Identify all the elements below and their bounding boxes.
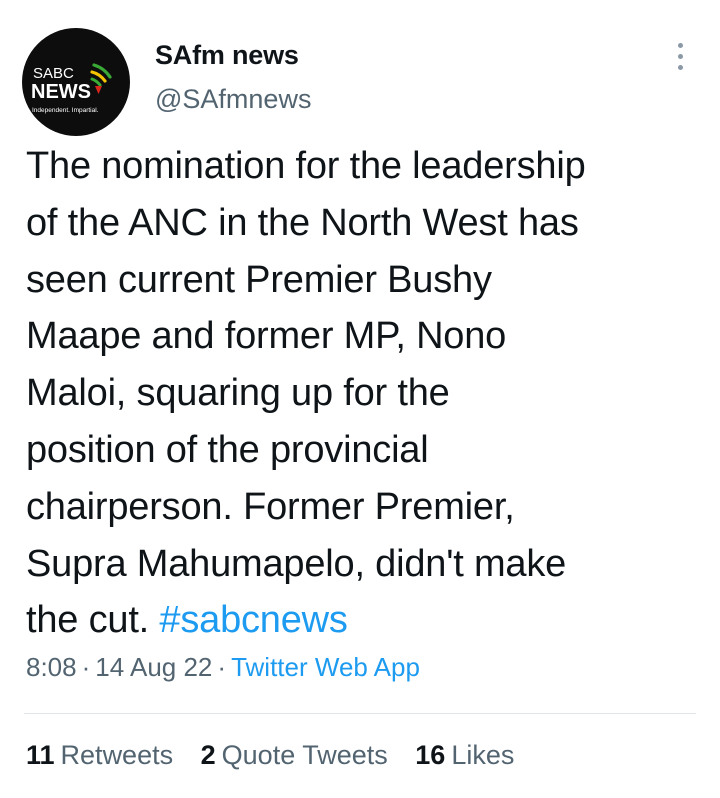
avatar[interactable]: SABC NEWS Independent. Impartial.: [22, 28, 130, 136]
tweet-line: chairperson. Former Premier,: [26, 485, 515, 528]
logo-main-text: NEWS: [31, 81, 91, 103]
divider: [24, 713, 696, 714]
tweet-line: Maloi, squaring up for the: [26, 372, 450, 415]
likes-label: Likes: [451, 740, 515, 770]
tweet: SABC NEWS Independent. Impartial. SAfm n…: [0, 0, 720, 798]
quote-tweets-stat[interactable]: 2 Quote Tweets: [201, 740, 388, 771]
signal-triangle-icon: [95, 86, 102, 94]
more-vertical-icon: [677, 42, 683, 48]
author-handle[interactable]: @SAfmnews: [155, 84, 311, 115]
tweet-line-last: the cut. #sabcnews: [26, 592, 706, 649]
logo-top-text: SABC: [33, 65, 74, 82]
sabc-news-logo: SABC NEWS Independent. Impartial.: [31, 63, 112, 114]
tweet-text: The nomination for the leadership of the…: [26, 138, 706, 649]
retweets-stat[interactable]: 11 Retweets: [26, 740, 173, 771]
signal-wave-small-icon: [90, 77, 102, 87]
more-vertical-icon-dot: [677, 64, 683, 70]
tweet-line: of the ANC in the North West has: [26, 201, 579, 244]
more-vertical-icon-dot: [677, 53, 683, 59]
tweet-line: seen current Premier Bushy: [26, 258, 492, 301]
tweet-stats: 11 Retweets 2 Quote Tweets 16 Likes: [26, 740, 534, 771]
tweet-time[interactable]: 8:08: [26, 652, 77, 682]
quote-tweets-label: Quote Tweets: [221, 740, 388, 770]
quote-tweets-count: 2: [200, 740, 216, 770]
tweet-line-end: the cut.: [26, 599, 150, 642]
more-options-button[interactable]: [664, 36, 696, 76]
tweet-metadata: 8:08 · 14 Aug 22 · Twitter Web App: [26, 652, 420, 683]
tweet-date[interactable]: 14 Aug 22: [95, 652, 212, 682]
tweet-line: position of the provincial: [26, 428, 429, 471]
author-display-name[interactable]: SAfm news: [155, 40, 299, 71]
logo-tagline: Independent. Impartial.: [32, 107, 99, 114]
tweet-source-link[interactable]: Twitter Web App: [231, 652, 420, 682]
tweet-line: Supra Mahumapelo, didn't make: [26, 542, 567, 585]
tweet-line: Maape and former MP, Nono: [26, 315, 507, 358]
tweet-line: The nomination for the leadership: [26, 145, 586, 187]
retweets-label: Retweets: [60, 740, 174, 770]
hashtag-link[interactable]: #sabcnews: [159, 599, 348, 641]
meta-separator: ·: [81, 652, 91, 682]
likes-stat[interactable]: 16 Likes: [415, 740, 514, 771]
likes-count: 16: [415, 740, 446, 770]
retweets-count: 11: [26, 740, 55, 770]
meta-separator: ·: [217, 652, 227, 682]
